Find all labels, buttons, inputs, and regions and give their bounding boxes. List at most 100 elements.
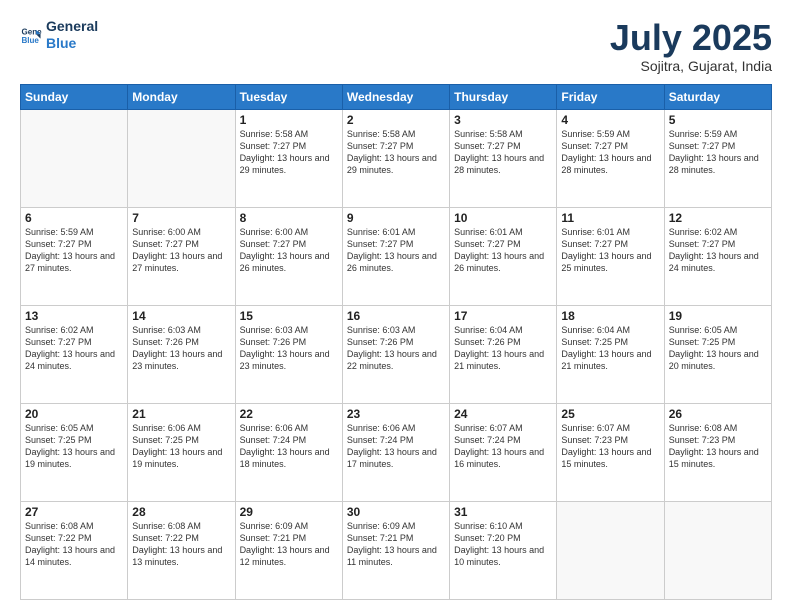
sunset-label: Sunset: 7:24 PM	[454, 435, 521, 445]
calendar-day-cell: 20Sunrise: 6:05 AMSunset: 7:25 PMDayligh…	[21, 403, 128, 501]
calendar-week-row: 27Sunrise: 6:08 AMSunset: 7:22 PMDayligh…	[21, 501, 772, 599]
calendar-week-row: 13Sunrise: 6:02 AMSunset: 7:27 PMDayligh…	[21, 305, 772, 403]
calendar-day-cell	[128, 109, 235, 207]
sunrise-label: Sunrise: 6:07 AM	[454, 423, 523, 433]
daylight-label: Daylight: 13 hours and 15 minutes.	[561, 447, 651, 469]
day-detail: Sunrise: 5:58 AMSunset: 7:27 PMDaylight:…	[240, 128, 338, 177]
sunset-label: Sunset: 7:20 PM	[454, 533, 521, 543]
sunset-label: Sunset: 7:27 PM	[240, 141, 307, 151]
sunset-label: Sunset: 7:23 PM	[669, 435, 736, 445]
day-detail: Sunrise: 5:59 AMSunset: 7:27 PMDaylight:…	[25, 226, 123, 275]
day-detail: Sunrise: 6:10 AMSunset: 7:20 PMDaylight:…	[454, 520, 552, 569]
day-detail: Sunrise: 6:04 AMSunset: 7:26 PMDaylight:…	[454, 324, 552, 373]
day-number: 22	[240, 407, 338, 421]
sunset-label: Sunset: 7:22 PM	[132, 533, 199, 543]
daylight-label: Daylight: 13 hours and 24 minutes.	[25, 349, 115, 371]
calendar-day-cell: 23Sunrise: 6:06 AMSunset: 7:24 PMDayligh…	[342, 403, 449, 501]
day-number: 10	[454, 211, 552, 225]
daylight-label: Daylight: 13 hours and 23 minutes.	[132, 349, 222, 371]
sunrise-label: Sunrise: 6:05 AM	[669, 325, 738, 335]
day-detail: Sunrise: 6:09 AMSunset: 7:21 PMDaylight:…	[240, 520, 338, 569]
day-number: 23	[347, 407, 445, 421]
day-detail: Sunrise: 6:04 AMSunset: 7:25 PMDaylight:…	[561, 324, 659, 373]
calendar-day-cell: 25Sunrise: 6:07 AMSunset: 7:23 PMDayligh…	[557, 403, 664, 501]
daylight-label: Daylight: 13 hours and 21 minutes.	[454, 349, 544, 371]
sunset-label: Sunset: 7:27 PM	[454, 239, 521, 249]
sunrise-label: Sunrise: 6:01 AM	[347, 227, 416, 237]
sunset-label: Sunset: 7:22 PM	[25, 533, 92, 543]
daylight-label: Daylight: 13 hours and 19 minutes.	[132, 447, 222, 469]
day-number: 8	[240, 211, 338, 225]
sunrise-label: Sunrise: 6:06 AM	[132, 423, 201, 433]
location-subtitle: Sojitra, Gujarat, India	[610, 58, 772, 74]
day-detail: Sunrise: 6:00 AMSunset: 7:27 PMDaylight:…	[132, 226, 230, 275]
calendar-day-cell: 7Sunrise: 6:00 AMSunset: 7:27 PMDaylight…	[128, 207, 235, 305]
daylight-label: Daylight: 13 hours and 13 minutes.	[132, 545, 222, 567]
sunset-label: Sunset: 7:27 PM	[669, 141, 736, 151]
logo-line2: Blue	[46, 35, 98, 52]
calendar-day-cell: 8Sunrise: 6:00 AMSunset: 7:27 PMDaylight…	[235, 207, 342, 305]
sunrise-label: Sunrise: 6:02 AM	[25, 325, 94, 335]
sunset-label: Sunset: 7:27 PM	[25, 337, 92, 347]
calendar-day-cell: 13Sunrise: 6:02 AMSunset: 7:27 PMDayligh…	[21, 305, 128, 403]
day-number: 31	[454, 505, 552, 519]
daylight-label: Daylight: 13 hours and 27 minutes.	[25, 251, 115, 273]
daylight-label: Daylight: 13 hours and 16 minutes.	[454, 447, 544, 469]
sunrise-label: Sunrise: 6:01 AM	[561, 227, 630, 237]
calendar-day-cell: 15Sunrise: 6:03 AMSunset: 7:26 PMDayligh…	[235, 305, 342, 403]
day-detail: Sunrise: 6:09 AMSunset: 7:21 PMDaylight:…	[347, 520, 445, 569]
calendar-day-cell: 6Sunrise: 5:59 AMSunset: 7:27 PMDaylight…	[21, 207, 128, 305]
weekday-header-sunday: Sunday	[21, 84, 128, 109]
sunset-label: Sunset: 7:27 PM	[347, 141, 414, 151]
day-number: 14	[132, 309, 230, 323]
day-number: 27	[25, 505, 123, 519]
day-detail: Sunrise: 6:02 AMSunset: 7:27 PMDaylight:…	[669, 226, 767, 275]
calendar-day-cell: 12Sunrise: 6:02 AMSunset: 7:27 PMDayligh…	[664, 207, 771, 305]
calendar-day-cell: 31Sunrise: 6:10 AMSunset: 7:20 PMDayligh…	[450, 501, 557, 599]
sunrise-label: Sunrise: 6:03 AM	[240, 325, 309, 335]
weekday-header-wednesday: Wednesday	[342, 84, 449, 109]
daylight-label: Daylight: 13 hours and 20 minutes.	[669, 349, 759, 371]
daylight-label: Daylight: 13 hours and 26 minutes.	[347, 251, 437, 273]
sunset-label: Sunset: 7:27 PM	[240, 239, 307, 249]
sunrise-label: Sunrise: 6:02 AM	[669, 227, 738, 237]
calendar-day-cell: 14Sunrise: 6:03 AMSunset: 7:26 PMDayligh…	[128, 305, 235, 403]
sunset-label: Sunset: 7:25 PM	[25, 435, 92, 445]
day-detail: Sunrise: 6:07 AM Sunset: 7:24 PM Daylight:…	[454, 422, 552, 471]
day-detail: Sunrise: 5:59 AMSunset: 7:27 PMDaylight:…	[669, 128, 767, 177]
sunset-label: Sunset: 7:27 PM	[132, 239, 199, 249]
sunset-label: Sunset: 7:27 PM	[25, 239, 92, 249]
sunrise-label: Sunrise: 5:58 AM	[347, 129, 416, 139]
sunset-label: Sunset: 7:27 PM	[454, 141, 521, 151]
sunset-label: Sunset: 7:21 PM	[240, 533, 307, 543]
calendar-day-cell: 17Sunrise: 6:04 AMSunset: 7:26 PMDayligh…	[450, 305, 557, 403]
sunrise-label: Sunrise: 5:59 AM	[669, 129, 738, 139]
sunset-label: Sunset: 7:26 PM	[454, 337, 521, 347]
svg-text:Blue: Blue	[21, 36, 39, 45]
daylight-label: Daylight: 13 hours and 29 minutes.	[240, 153, 330, 175]
day-number: 30	[347, 505, 445, 519]
day-number: 5	[669, 113, 767, 127]
calendar-table: SundayMondayTuesdayWednesdayThursdayFrid…	[20, 84, 772, 600]
sunset-label: Sunset: 7:23 PM	[561, 435, 628, 445]
sunset-label: Sunset: 7:26 PM	[347, 337, 414, 347]
sunset-label: Sunset: 7:24 PM	[240, 435, 307, 445]
logo-text: General Blue	[46, 18, 98, 52]
day-number: 4	[561, 113, 659, 127]
daylight-label: Daylight: 13 hours and 18 minutes.	[240, 447, 330, 469]
sunrise-label: Sunrise: 6:01 AM	[454, 227, 523, 237]
daylight-label: Daylight: 13 hours and 29 minutes.	[347, 153, 437, 175]
calendar-week-row: 6Sunrise: 5:59 AMSunset: 7:27 PMDaylight…	[21, 207, 772, 305]
weekday-header-saturday: Saturday	[664, 84, 771, 109]
sunrise-label: Sunrise: 6:00 AM	[240, 227, 309, 237]
sunrise-label: Sunrise: 6:09 AM	[240, 521, 309, 531]
day-detail: Sunrise: 6:00 AMSunset: 7:27 PMDaylight:…	[240, 226, 338, 275]
day-detail: Sunrise: 6:03 AMSunset: 7:26 PMDaylight:…	[347, 324, 445, 373]
day-detail: Sunrise: 6:06 AMSunset: 7:24 PMDaylight:…	[347, 422, 445, 471]
day-detail: Sunrise: 6:02 AM Sunset: 7:27 PM Daylight:…	[25, 324, 123, 373]
calendar-day-cell: 19Sunrise: 6:05 AMSunset: 7:25 PMDayligh…	[664, 305, 771, 403]
day-detail: Sunrise: 6:05 AMSunset: 7:25 PMDaylight:…	[25, 422, 123, 471]
calendar-day-cell: 9Sunrise: 6:01 AMSunset: 7:27 PMDaylight…	[342, 207, 449, 305]
sunrise-label: Sunrise: 6:07 AM	[561, 423, 630, 433]
day-number: 21	[132, 407, 230, 421]
